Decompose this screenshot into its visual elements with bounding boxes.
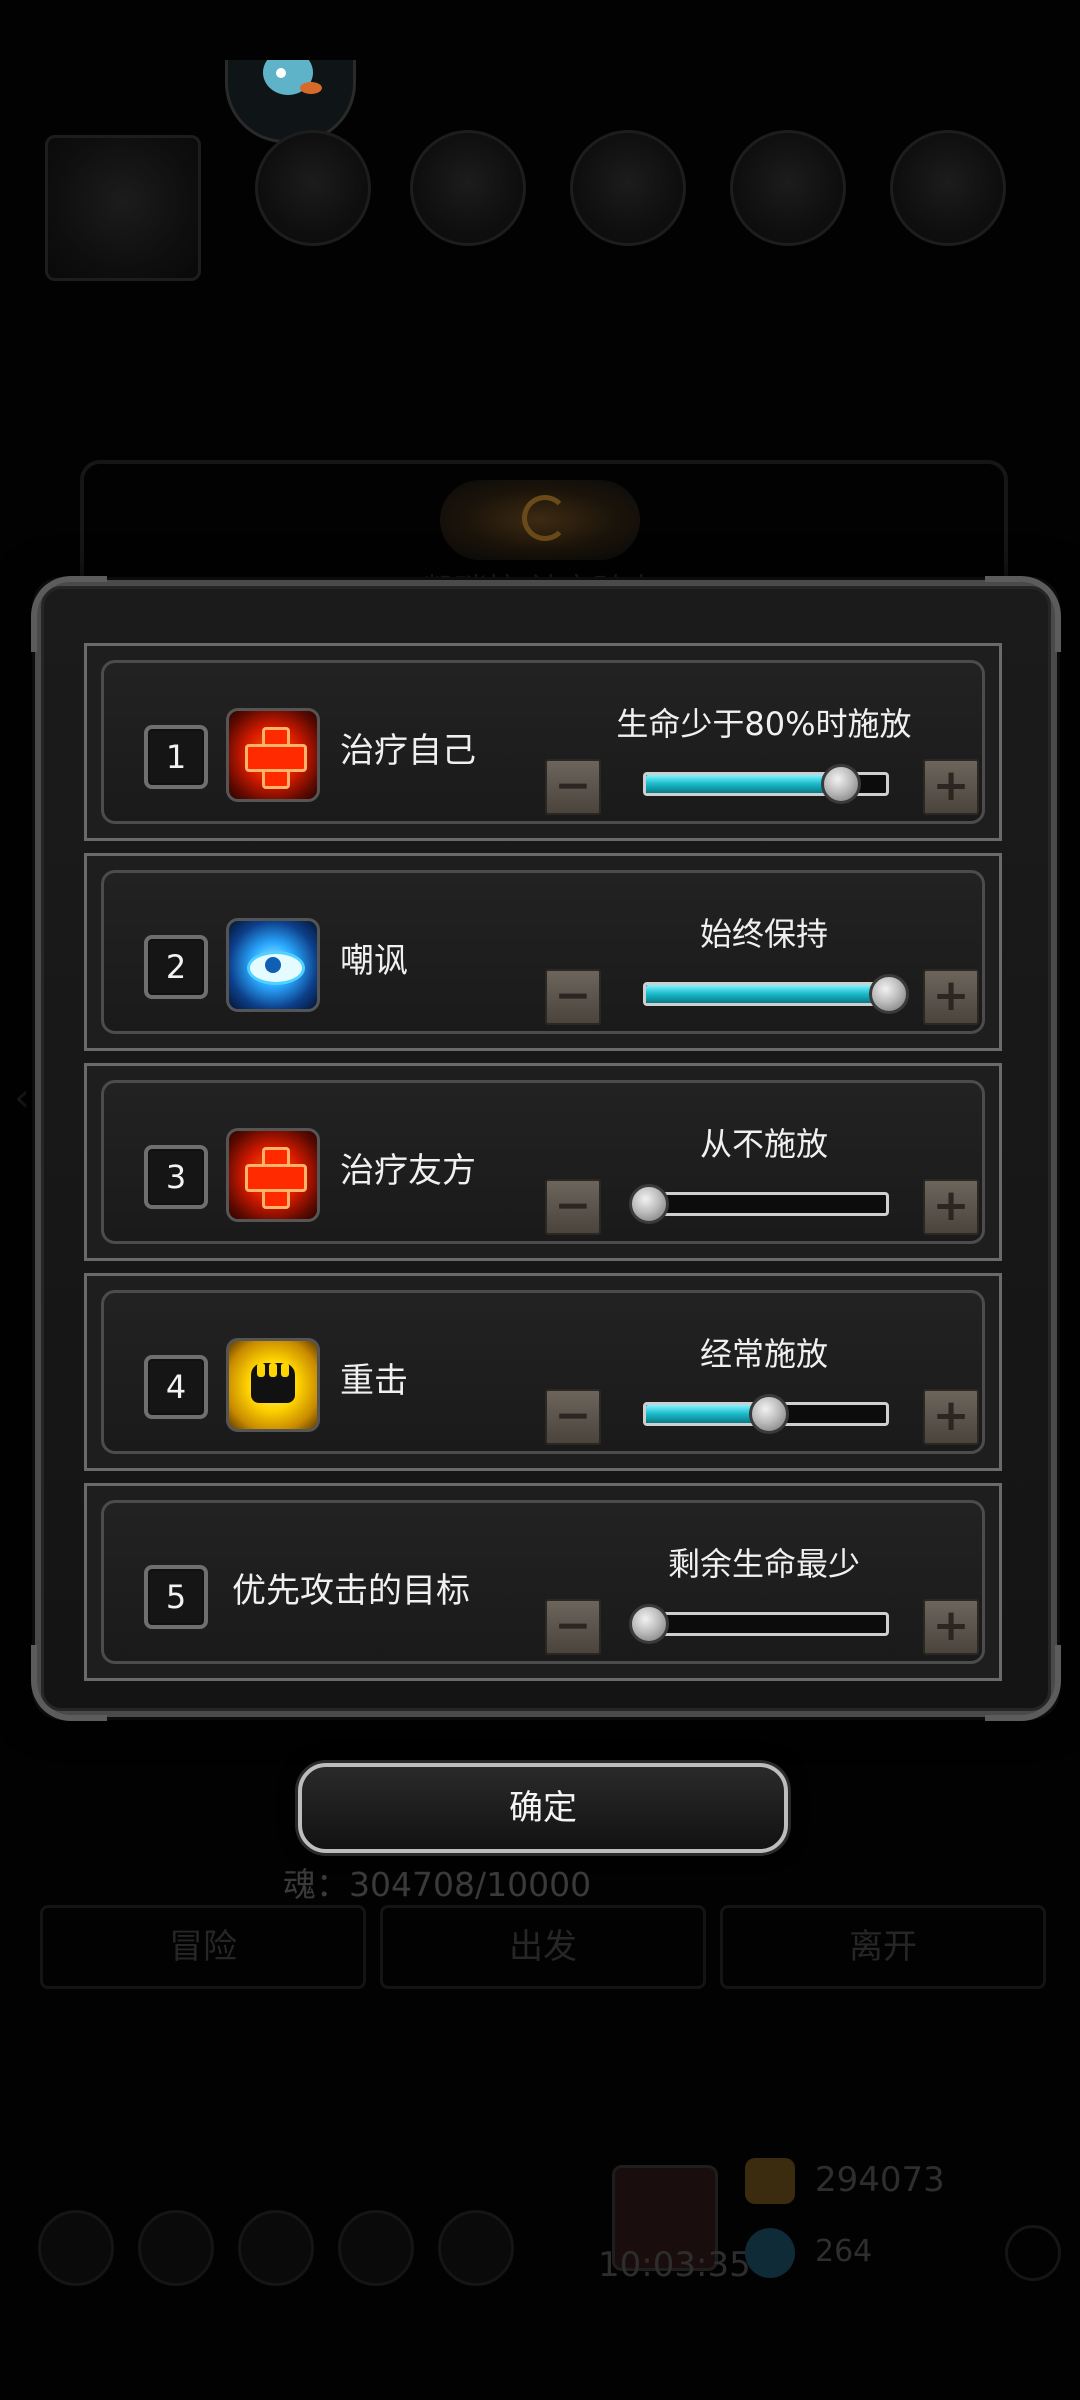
slider-fill bbox=[646, 1405, 766, 1423]
cast-condition: 经常施放 bbox=[699, 1335, 828, 1373]
decrease-button[interactable]: − bbox=[545, 759, 601, 815]
equipment-slot bbox=[730, 130, 846, 246]
frame-corner bbox=[31, 576, 107, 652]
bottom-menu bbox=[30, 2200, 1050, 2300]
equipment-slots bbox=[40, 130, 1040, 281]
skill-row-heal-ally: 3 治疗友方 从不施放 − + bbox=[84, 1063, 1002, 1261]
skill-row-heavy-strike: 4 重击 经常施放 − + bbox=[84, 1273, 1002, 1471]
moon-emblem-icon bbox=[522, 495, 568, 541]
hero-portrait bbox=[45, 135, 201, 281]
eye-icon bbox=[226, 918, 320, 1012]
cast-condition: 始终保持 bbox=[699, 915, 828, 953]
skill-row-heal-self: 1 治疗自己 生命少于80%时施放 − + bbox=[84, 643, 1002, 841]
increase-button[interactable]: + bbox=[923, 759, 979, 815]
row-frame: 2 嘲讽 始终保持 − + bbox=[101, 870, 985, 1034]
slider-knob[interactable] bbox=[629, 1184, 669, 1224]
gold-icon bbox=[745, 2158, 795, 2204]
heal-cross-icon bbox=[226, 1128, 320, 1222]
slider-fill bbox=[646, 985, 886, 1003]
row-frame: 3 治疗友方 从不施放 − + bbox=[101, 1080, 985, 1244]
cast-condition: 从不施放 bbox=[699, 1125, 828, 1163]
slider-knob[interactable] bbox=[749, 1394, 789, 1434]
soul-counter: 魂：304708/10000 bbox=[283, 1865, 592, 1904]
frame-corner bbox=[985, 576, 1061, 652]
skill-name: 嘲讽 bbox=[340, 941, 408, 981]
cast-condition-slider[interactable] bbox=[643, 974, 909, 1014]
cast-condition: 生命少于80%时施放 bbox=[616, 705, 912, 743]
gem-amount: 264 bbox=[815, 2234, 873, 2269]
decrease-button[interactable]: − bbox=[545, 1179, 601, 1235]
tab-depart: 出发 bbox=[380, 1905, 706, 1989]
cast-condition-slider[interactable] bbox=[629, 1184, 889, 1224]
target-condition-slider[interactable] bbox=[629, 1604, 889, 1644]
equipment-slot bbox=[255, 130, 371, 246]
equipment-slot bbox=[410, 130, 526, 246]
fist-icon bbox=[226, 1338, 320, 1432]
target-condition: 剩余生命最少 bbox=[667, 1545, 860, 1583]
gold-amount: 294073 bbox=[815, 2160, 945, 2200]
tab-leave: 离开 bbox=[720, 1905, 1046, 1989]
priority-number: 5 bbox=[144, 1565, 208, 1629]
row-frame: 4 重击 经常施放 − + bbox=[101, 1290, 985, 1454]
increase-button[interactable]: + bbox=[923, 969, 979, 1025]
target-priority-row: 5 优先攻击的目标 剩余生命最少 − + bbox=[84, 1483, 1002, 1681]
skill-name: 治疗自己 bbox=[340, 731, 476, 771]
priority-number: 2 bbox=[144, 935, 208, 999]
decrease-button[interactable]: − bbox=[545, 1389, 601, 1445]
timer: 10:03:35 bbox=[598, 2245, 751, 2285]
decrease-button[interactable]: − bbox=[545, 1599, 601, 1655]
confirm-button[interactable]: 确定 bbox=[298, 1763, 788, 1853]
skill-row-taunt: 2 嘲讽 始终保持 − + bbox=[84, 853, 1002, 1051]
menu-icon bbox=[238, 2210, 314, 2286]
slider-knob[interactable] bbox=[629, 1604, 669, 1644]
menu-icon bbox=[338, 2210, 414, 2286]
increase-button[interactable]: + bbox=[923, 1179, 979, 1235]
equipment-slot bbox=[570, 130, 686, 246]
menu-icon bbox=[38, 2210, 114, 2286]
slider-knob[interactable] bbox=[869, 974, 909, 1014]
skill-name: 治疗友方 bbox=[340, 1151, 476, 1191]
left-arrow-icon: ‹ bbox=[14, 1075, 30, 1121]
add-currency-icon bbox=[1005, 2225, 1061, 2281]
menu-icon bbox=[438, 2210, 514, 2286]
cast-condition-slider[interactable] bbox=[643, 1394, 889, 1434]
priority-number: 4 bbox=[144, 1355, 208, 1419]
skill-name: 重击 bbox=[340, 1361, 408, 1401]
target-priority-label: 优先攻击的目标 bbox=[232, 1571, 470, 1611]
slider-knob[interactable] bbox=[821, 764, 861, 804]
row-frame: 1 治疗自己 生命少于80%时施放 − + bbox=[101, 660, 985, 824]
heal-cross-icon bbox=[226, 708, 320, 802]
mascot-eye bbox=[276, 68, 286, 78]
menu-icon bbox=[138, 2210, 214, 2286]
row-frame: 5 优先攻击的目标 剩余生命最少 − + bbox=[101, 1500, 985, 1664]
tab-adventure: 冒险 bbox=[40, 1905, 366, 1989]
slider-fill bbox=[646, 775, 838, 793]
background-tabs: 冒险 出发 离开 bbox=[40, 1905, 1046, 1989]
priority-number: 1 bbox=[144, 725, 208, 789]
priority-number: 3 bbox=[144, 1145, 208, 1209]
skill-settings-dialog: 1 治疗自己 生命少于80%时施放 − + 2 嘲讽 始终保持 − + 3 治疗… bbox=[31, 576, 1061, 1721]
mascot-beak bbox=[300, 82, 322, 94]
increase-button[interactable]: + bbox=[923, 1389, 979, 1445]
increase-button[interactable]: + bbox=[923, 1599, 979, 1655]
decrease-button[interactable]: − bbox=[545, 969, 601, 1025]
gem-icon bbox=[745, 2228, 795, 2278]
cast-condition-slider[interactable] bbox=[643, 764, 889, 804]
equipment-slot bbox=[890, 130, 1006, 246]
